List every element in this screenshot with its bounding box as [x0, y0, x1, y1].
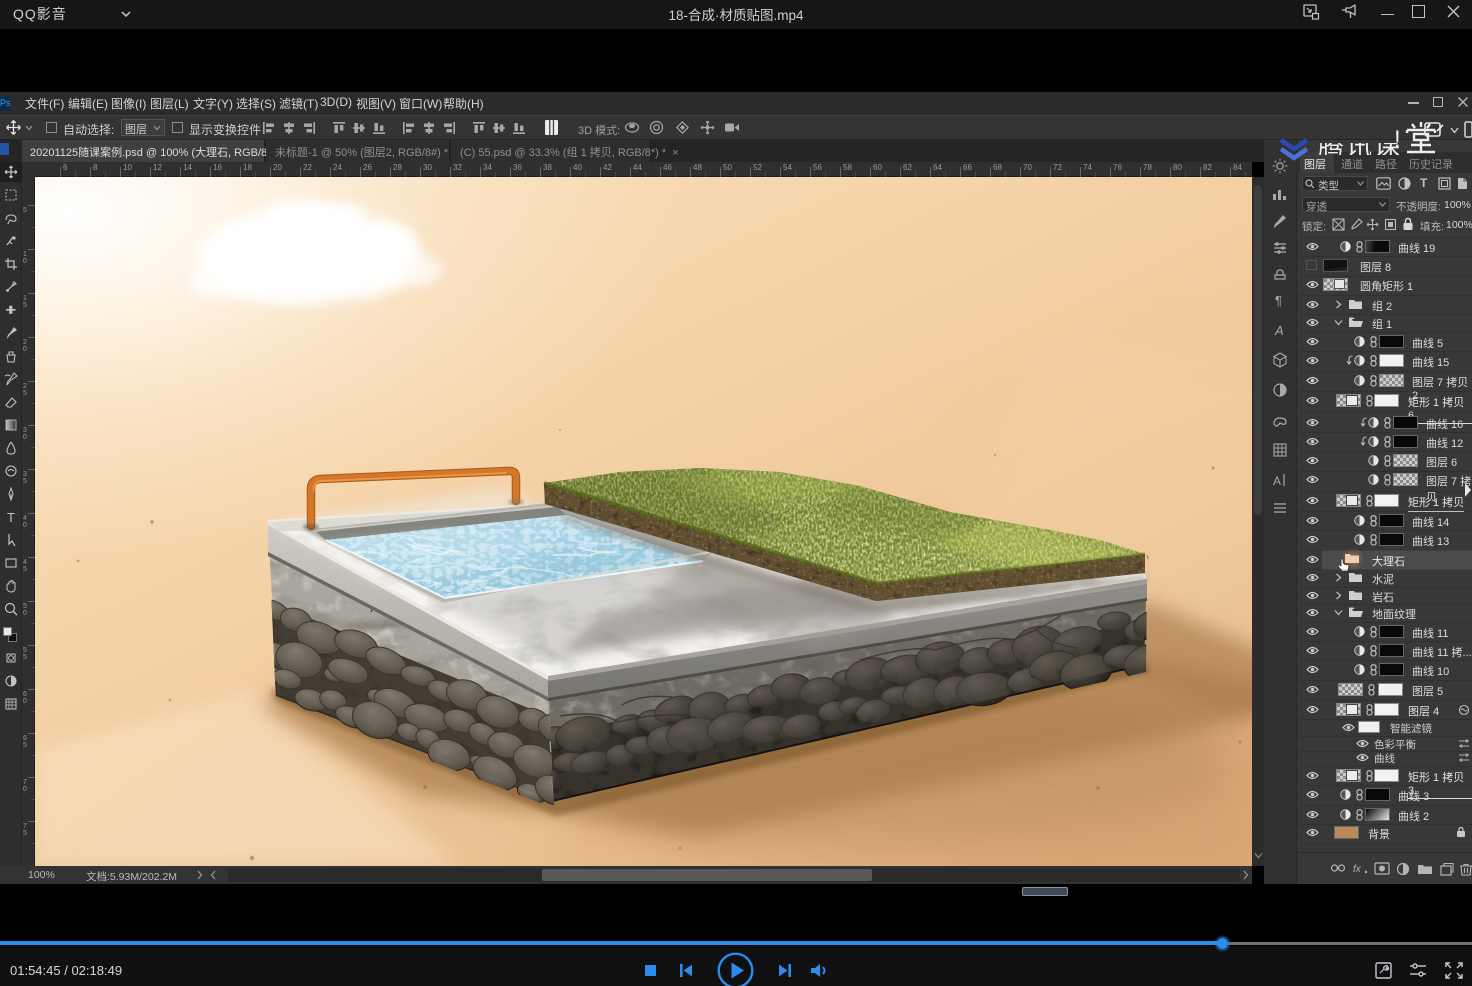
- svg-text:fx: fx: [1353, 864, 1362, 875]
- svg-text:A: A: [1273, 474, 1281, 488]
- svg-text:¶: ¶: [1275, 293, 1282, 308]
- svg-text:T: T: [7, 510, 15, 524]
- svg-text:A: A: [1274, 323, 1284, 338]
